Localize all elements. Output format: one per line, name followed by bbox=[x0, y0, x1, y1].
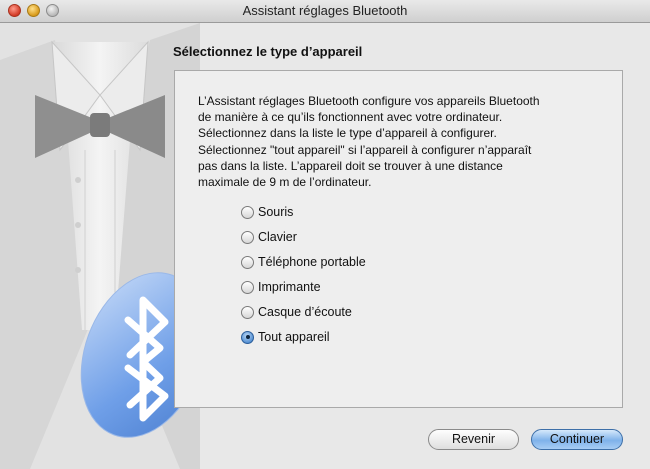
option-casque-ecoute[interactable]: Casque d’écoute bbox=[241, 303, 352, 321]
option-imprimante[interactable]: Imprimante bbox=[241, 278, 321, 296]
description-line: Sélectionnez "tout appareil" si l’appare… bbox=[198, 142, 532, 157]
option-telephone-portable[interactable]: Téléphone portable bbox=[241, 253, 366, 271]
option-label: Tout appareil bbox=[258, 330, 330, 344]
radio-button[interactable] bbox=[241, 230, 254, 244]
description-line: L’Assistant réglages Bluetooth configure… bbox=[198, 94, 540, 108]
tuxedo-bowtie-illustration bbox=[0, 23, 200, 469]
option-label: Clavier bbox=[258, 230, 297, 244]
page-heading: Sélectionnez le type d’appareil bbox=[173, 44, 363, 59]
window-title: Assistant réglages Bluetooth bbox=[242, 3, 408, 18]
radio-button[interactable] bbox=[241, 280, 254, 294]
device-type-panel: L’Assistant réglages Bluetooth configure… bbox=[174, 70, 623, 408]
back-button[interactable]: Revenir bbox=[428, 429, 519, 450]
description-line: maximale de 9 m de l’ordinateur. bbox=[198, 175, 372, 190]
option-label: Imprimante bbox=[258, 280, 321, 294]
option-label: Casque d’écoute bbox=[258, 305, 352, 319]
option-label: Souris bbox=[258, 205, 294, 219]
radio-button[interactable] bbox=[241, 255, 254, 269]
radio-button-selected[interactable] bbox=[241, 330, 254, 344]
option-souris[interactable]: Souris bbox=[241, 203, 293, 221]
option-clavier[interactable]: Clavier bbox=[241, 228, 297, 246]
assistant-window: Assistant réglages Bluetooth Sélectionne… bbox=[0, 0, 650, 469]
description: L’Assistant réglages Bluetooth configure… bbox=[198, 93, 608, 190]
continue-button[interactable]: Continuer bbox=[531, 429, 623, 450]
description-line: Sélectionnez dans la liste le type d’app… bbox=[198, 126, 497, 141]
title-bar: Assistant réglages Bluetooth bbox=[0, 0, 650, 23]
option-label: Téléphone portable bbox=[258, 255, 366, 269]
description-line: pas dans la liste. L’appareil doit se tr… bbox=[198, 158, 503, 173]
option-tout-appareil[interactable]: Tout appareil bbox=[241, 328, 330, 346]
radio-button[interactable] bbox=[241, 305, 254, 319]
description-line: de manière à ce qu’ils fonctionnent avec… bbox=[198, 110, 503, 125]
radio-button[interactable] bbox=[241, 205, 254, 219]
